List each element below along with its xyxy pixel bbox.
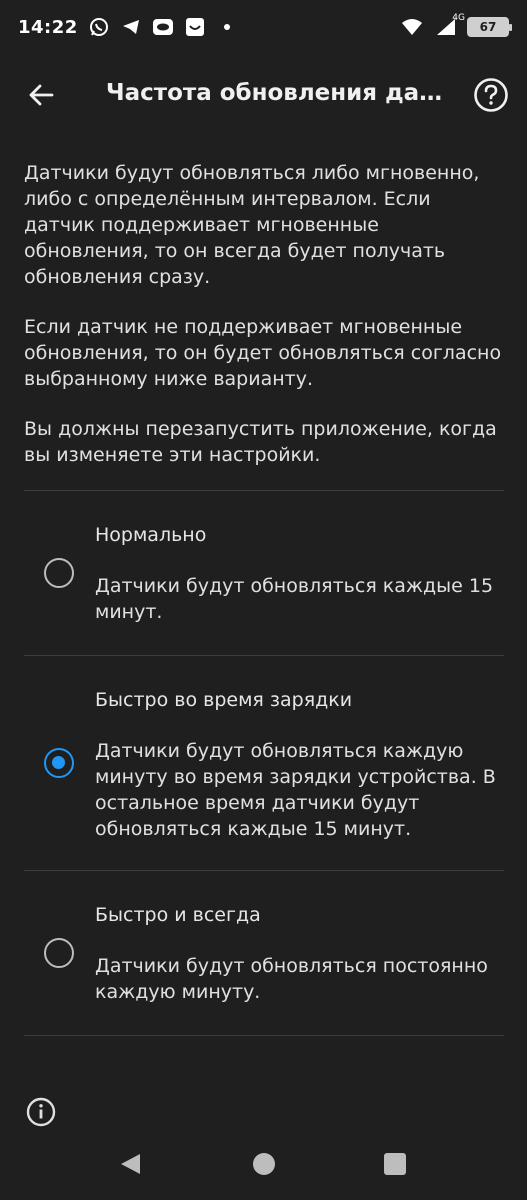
battery-icon: 67 (467, 17, 512, 37)
status-left: 14:22 (18, 16, 238, 38)
option-description: Датчики будут обновляться каждую минуту … (95, 740, 496, 840)
help-icon (474, 78, 508, 112)
nav-recents-icon[interactable] (384, 1153, 406, 1175)
radio-button-fast-while-charging[interactable] (44, 748, 74, 778)
arrow-back-icon (29, 84, 54, 106)
description: Датчики будут обновляться либо мгновенно… (24, 160, 504, 492)
back-button[interactable] (22, 76, 60, 114)
option-description: Датчики будут обновляться каждые 15 мину… (95, 575, 494, 623)
radio-button-normal[interactable] (44, 558, 74, 588)
nav-back-icon[interactable] (118, 1152, 142, 1176)
description-paragraph: Вы должны перезапустить приложение, когд… (24, 418, 497, 466)
chat-app-icon (152, 16, 174, 38)
network-type: 4G (452, 13, 465, 23)
info-icon (26, 1097, 56, 1127)
divider (24, 1035, 504, 1036)
description-paragraph: Датчики будут обновляться либо мгновенно… (24, 162, 480, 288)
nav-home-icon[interactable] (253, 1153, 275, 1175)
option-fast-always[interactable]: Быстро и всегда Датчики будут обновлятьс… (0, 871, 527, 1035)
radio-button-fast-always[interactable] (44, 938, 74, 968)
option-title: Нормально (95, 524, 207, 546)
notification-dot-icon (216, 16, 238, 38)
option-title: Быстро во время зарядки (95, 689, 353, 711)
status-bar: 14:22 4G 67 (0, 0, 527, 54)
telegram-icon (120, 16, 142, 38)
description-paragraph: Если датчик не поддерживает мгновенные о… (24, 316, 502, 390)
option-description: Датчики будут обновляться постоянно кажд… (95, 955, 488, 1003)
status-time: 14:22 (18, 16, 78, 38)
navigation-bar (0, 1130, 527, 1200)
app-bar: Частота обновления датчиков (0, 62, 527, 128)
status-right: 4G 67 (399, 13, 512, 38)
help-button[interactable] (472, 76, 510, 114)
whatsapp-icon (88, 16, 110, 38)
wifi-icon (399, 16, 425, 38)
option-fast-while-charging[interactable]: Быстро во время зарядки Датчики будут об… (0, 656, 527, 870)
page-title: Частота обновления датчиков (106, 80, 446, 106)
signal-icon: 4G (433, 13, 465, 38)
smile-app-icon (184, 16, 206, 38)
option-normal[interactable]: Нормально Датчики будут обновляться кажд… (0, 491, 527, 655)
option-title: Быстро и всегда (95, 904, 261, 926)
